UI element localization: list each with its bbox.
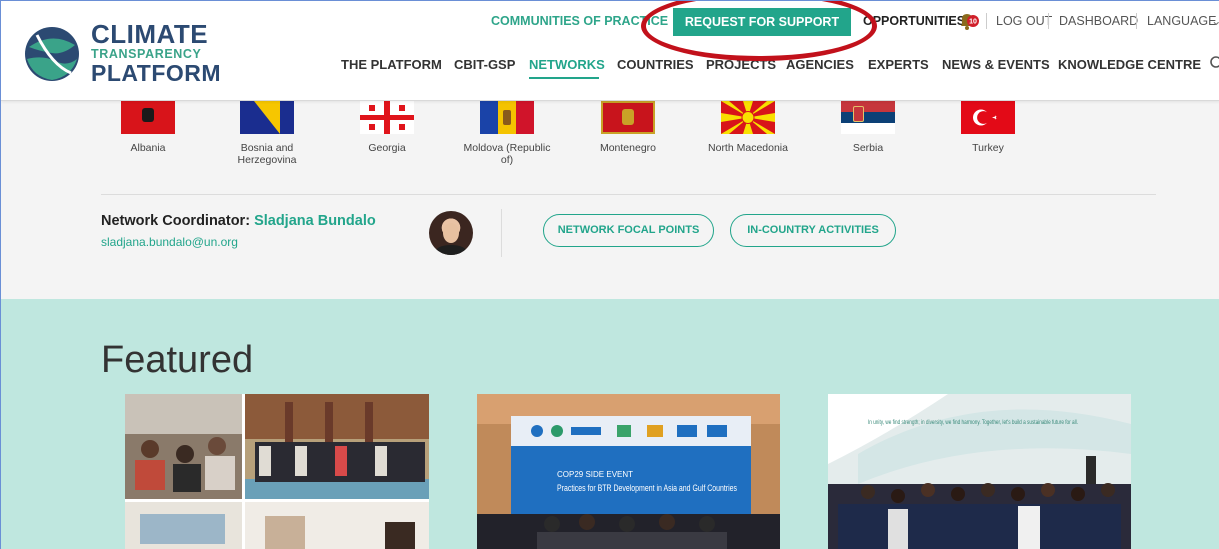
chevron-down-icon: ⌄ [1211, 13, 1219, 28]
main-nav: THE PLATFORM CBIT-GSP NETWORKS COUNTRIES… [1, 57, 1219, 79]
section-divider [101, 194, 1156, 195]
active-nav-indicator [529, 77, 599, 79]
country-card-moldova[interactable]: Moldova (Republic of) [457, 101, 557, 166]
coordinator-avatar [429, 211, 473, 255]
nav-item-countries[interactable]: COUNTRIES [617, 57, 694, 72]
turkey-flag-icon [961, 101, 1015, 134]
notification-count: 10 [969, 19, 977, 26]
nav-item-cbit-gsp[interactable]: CBIT-GSP [454, 57, 515, 72]
avatar-face [443, 223, 459, 243]
moldova-flag-icon [480, 101, 534, 134]
georgia-flag-icon [360, 101, 414, 134]
notification-bell[interactable]: 10 [958, 11, 980, 31]
country-card-north-macedonia[interactable]: North Macedonia [698, 101, 798, 154]
logout-link[interactable]: LOG OUT [996, 14, 1052, 28]
coordinator-label: Network Coordinator: [101, 213, 251, 229]
nav-item-knowledge-centre[interactable]: KNOWLEDGE CENTRE [1058, 57, 1201, 72]
separator [1048, 13, 1049, 29]
language-selector[interactable]: LANGUAGE [1147, 14, 1216, 28]
card2-title-text: Practices for BTR Development in Asia an… [557, 483, 737, 493]
nav-item-experts[interactable]: EXPERTS [868, 57, 929, 72]
serbia-flag-icon [841, 101, 895, 134]
nav-item-news-events[interactable]: NEWS & EVENTS [942, 57, 1050, 72]
country-card-montenegro[interactable]: Montenegro [578, 101, 678, 154]
featured-card-3[interactable]: In unity, we find strength; in diversity… [828, 394, 1131, 549]
nav-item-networks[interactable]: NETWORKS [529, 57, 605, 72]
featured-card-2[interactable]: COP29 SIDE EVENT Practices for BTR Devel… [477, 394, 780, 549]
bell-icon: 10 [961, 14, 979, 30]
top-utility-bar: COMMUNITIES OF PRACTICE REQUEST FOR SUPP… [1, 8, 1219, 36]
card3-quote-text: In unity, we find strength; in diversity… [868, 420, 1078, 426]
dashboard-link[interactable]: DASHBOARD [1059, 14, 1138, 28]
country-name: Turkey [972, 142, 1004, 154]
bosnia-flag-icon [240, 101, 294, 134]
browser-viewport: CLIMATE TRANSPARENCY PLATFORM COMMUNITIE… [0, 0, 1219, 549]
north-macedonia-flag-icon [721, 101, 775, 134]
separator [1136, 13, 1137, 29]
avatar-shirt [435, 245, 467, 255]
in-country-activities-button[interactable]: IN-COUNTRY ACTIVITIES [730, 214, 896, 247]
country-card-georgia[interactable]: Georgia [337, 101, 437, 154]
network-focal-points-button[interactable]: NETWORK FOCAL POINTS [543, 214, 714, 247]
country-name: Bosnia and Herzegovina [237, 142, 297, 166]
coordinator-name-link[interactable]: Sladjana Bundalo [254, 213, 376, 229]
search-icon[interactable] [1209, 55, 1219, 71]
country-name: Serbia [852, 142, 884, 154]
vertical-divider [501, 209, 502, 257]
country-name: Moldova (Republic of) [463, 142, 551, 166]
featured-heading: Featured [101, 339, 254, 381]
montenegro-flag-icon [601, 101, 655, 134]
coordinator-email-link[interactable]: sladjana.bundalo@un.org [101, 235, 238, 249]
country-name: Albania [130, 142, 166, 154]
country-card-bosnia[interactable]: Bosnia and Herzegovina [217, 101, 317, 166]
separator [986, 13, 987, 29]
country-card-serbia[interactable]: Serbia [818, 101, 918, 154]
network-coordinator: Network Coordinator: Sladjana Bundalo [101, 213, 376, 229]
featured-card-1[interactable] [125, 394, 429, 549]
country-name: Montenegro [599, 142, 657, 154]
opportunities-link[interactable]: OPPORTUNITIES [863, 14, 965, 28]
card2-event-label: COP29 SIDE EVENT [557, 470, 633, 479]
conference-photo-image: COP29 SIDE EVENT Practices for BTR Devel… [477, 394, 780, 549]
country-name: Georgia [368, 142, 406, 154]
featured-section: Featured COP29 SIDE EVENT Practices for … [1, 299, 1219, 549]
country-card-turkey[interactable]: Turkey [938, 101, 1038, 154]
albania-flag-icon [121, 101, 175, 134]
nav-item-the-platform[interactable]: THE PLATFORM [341, 57, 442, 72]
site-header: CLIMATE TRANSPARENCY PLATFORM COMMUNITIE… [1, 1, 1219, 101]
country-card-albania[interactable]: Albania [98, 101, 198, 154]
nav-item-agencies[interactable]: AGENCIES [786, 57, 854, 72]
audience-photo-image: In unity, we find strength; in diversity… [828, 394, 1131, 549]
collage-photo-image [125, 394, 429, 549]
country-name: North Macedonia [708, 142, 788, 154]
network-countries-section: Albania Bosnia and Herzegovina Georgia M… [1, 101, 1219, 299]
